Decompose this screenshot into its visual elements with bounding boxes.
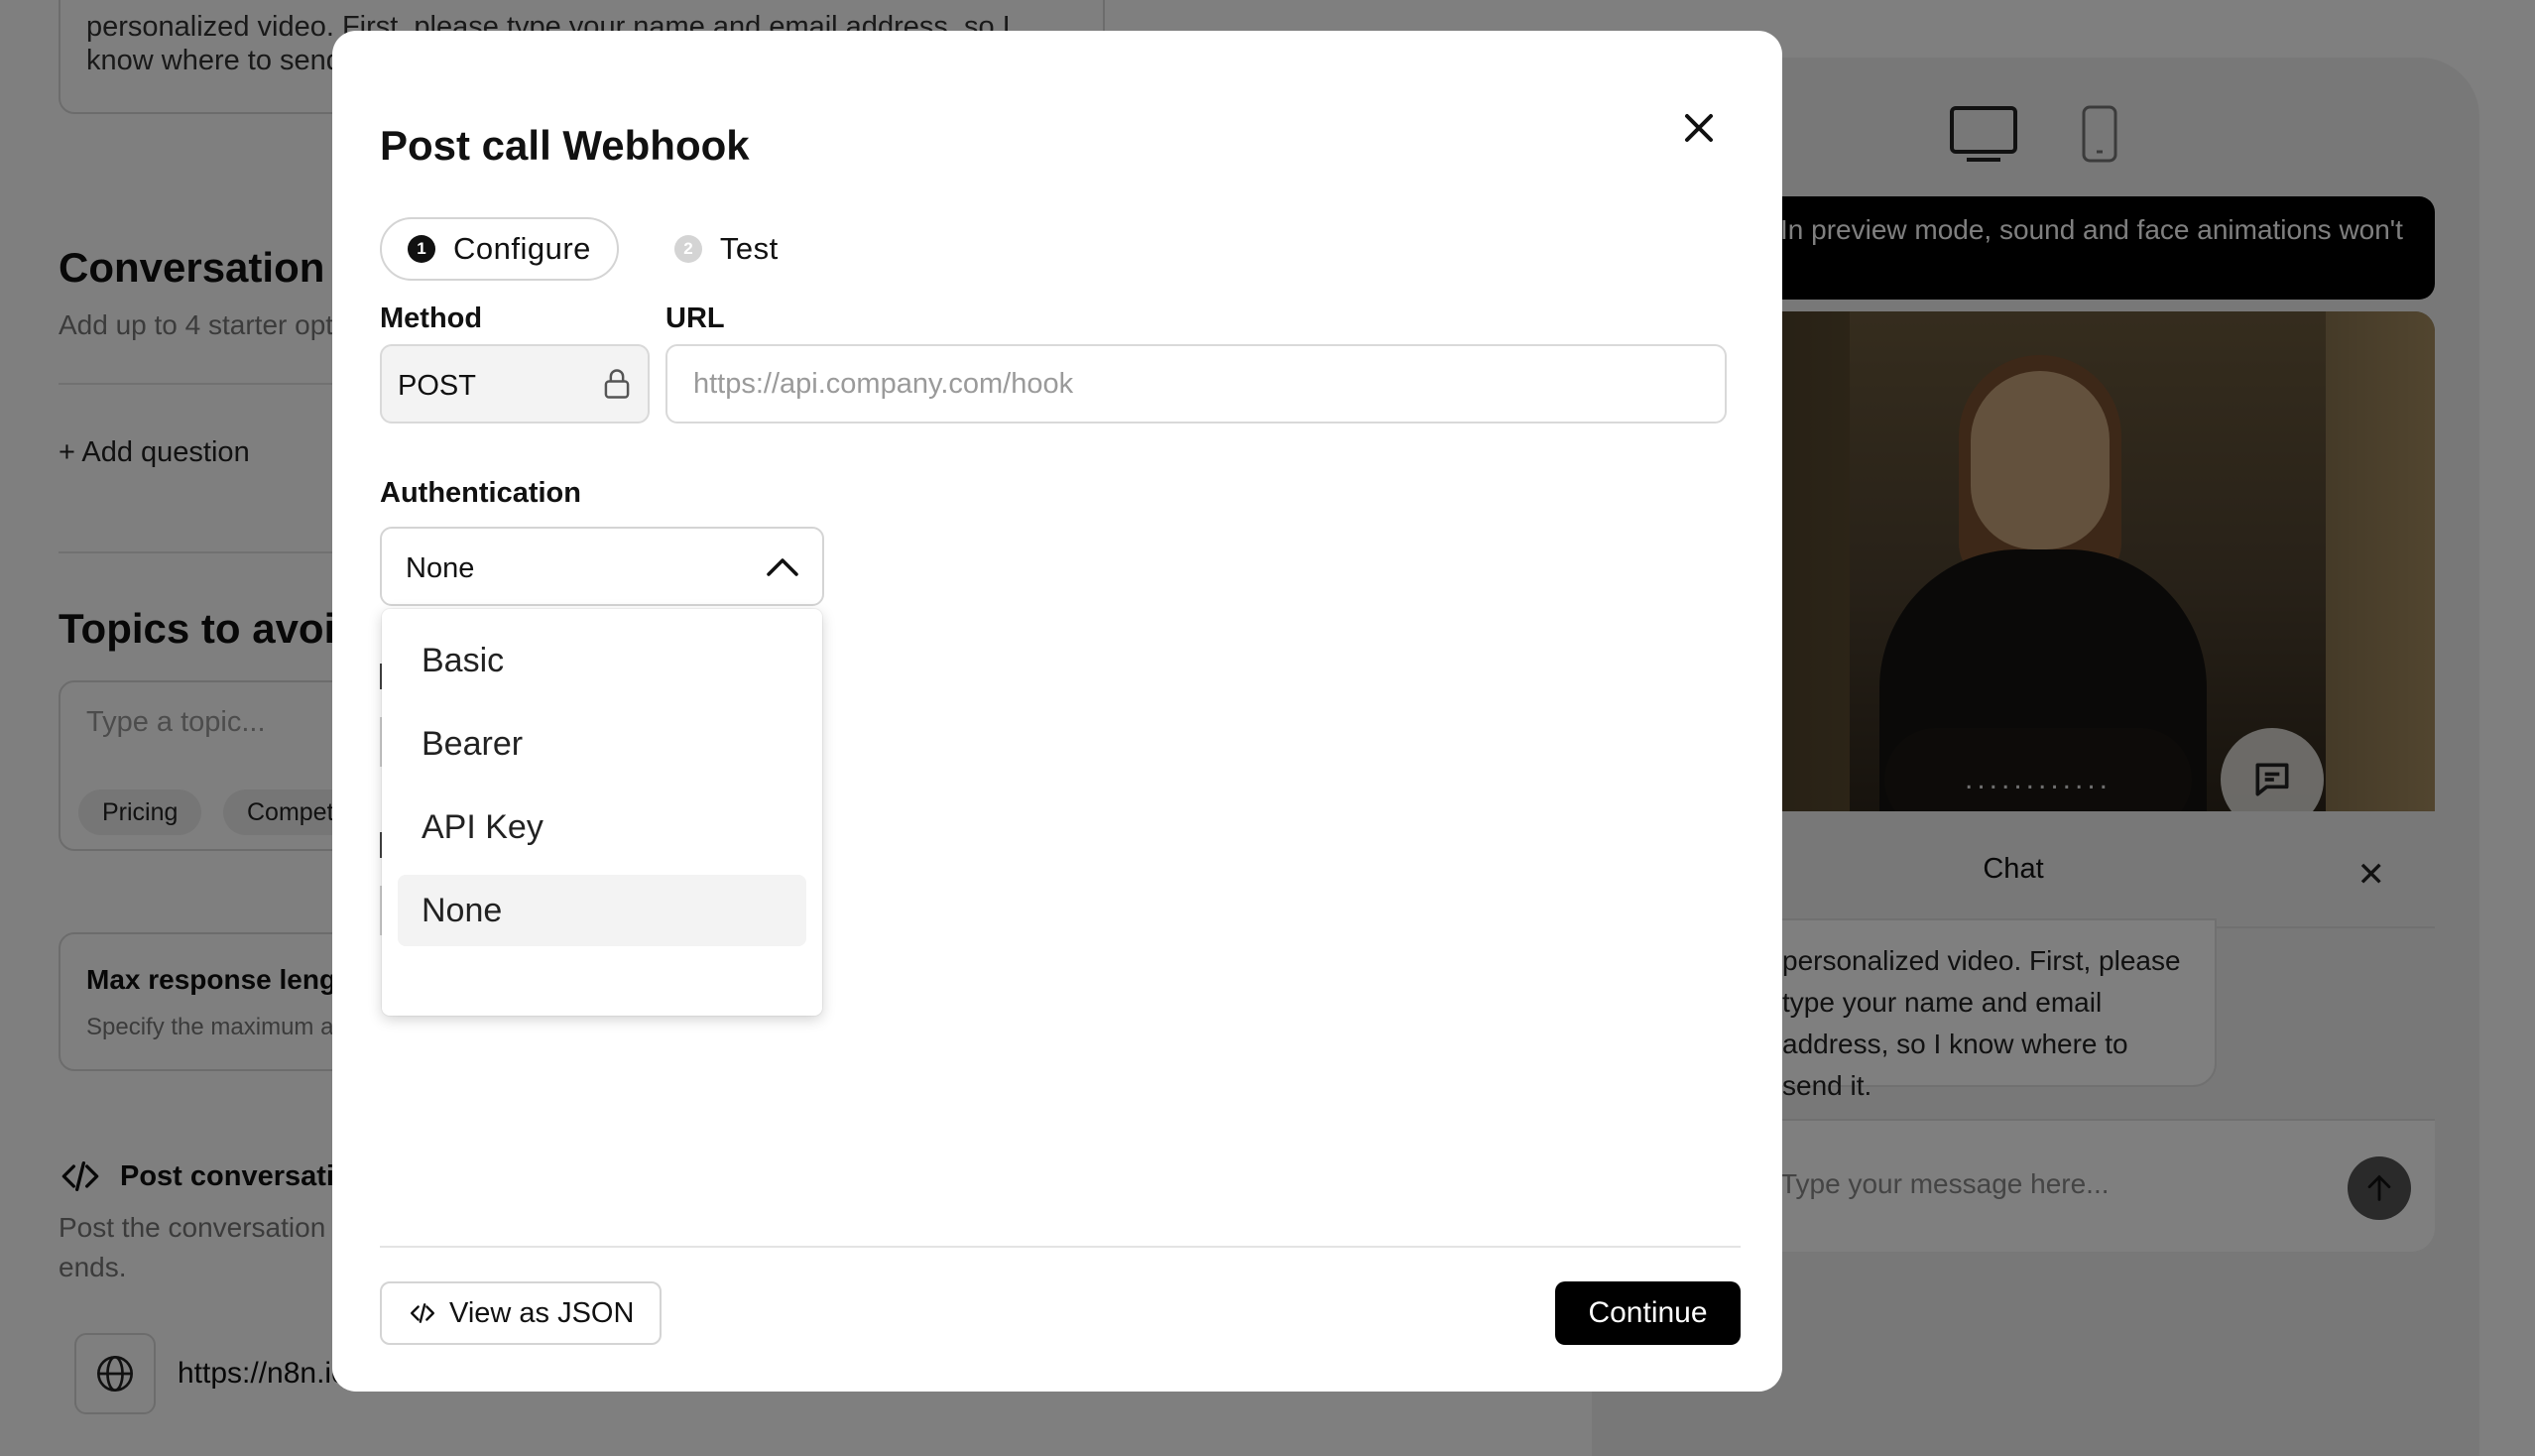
- authentication-select[interactable]: None: [380, 527, 824, 606]
- url-label: URL: [665, 303, 725, 334]
- webhook-modal: Post call Webhook 1 Configure 2 Test Met…: [332, 31, 1782, 1392]
- method-value: POST: [398, 370, 476, 402]
- close-icon: [1685, 114, 1713, 142]
- code-icon: [410, 1303, 435, 1323]
- close-modal-button[interactable]: [1669, 98, 1729, 158]
- step-label: Test: [719, 231, 779, 266]
- method-field: POST: [380, 344, 650, 424]
- chevron-up-icon: [765, 552, 800, 587]
- step-label: Configure: [453, 231, 591, 266]
- step-number: 1: [408, 235, 435, 263]
- step-configure[interactable]: 1 Configure: [380, 217, 619, 281]
- view-as-json-label: View as JSON: [449, 1296, 635, 1329]
- authentication-selected-value: None: [406, 552, 475, 584]
- lock-icon: [602, 368, 632, 405]
- view-as-json-button[interactable]: View as JSON: [380, 1281, 663, 1345]
- step-number: 2: [673, 235, 702, 263]
- url-input[interactable]: [665, 344, 1727, 424]
- footer-divider: [380, 1246, 1741, 1248]
- stepper: 1 Configure 2 Test: [380, 217, 779, 281]
- method-label: Method: [380, 303, 483, 334]
- auth-option-basic[interactable]: Basic: [398, 625, 806, 696]
- authentication-dropdown: Basic Bearer API Key None: [382, 609, 822, 1016]
- auth-option-api-key[interactable]: API Key: [398, 791, 806, 863]
- authentication-label: Authentication: [380, 477, 581, 509]
- modal-title: Post call Webhook: [380, 122, 750, 169]
- continue-button[interactable]: Continue: [1555, 1281, 1741, 1345]
- auth-option-bearer[interactable]: Bearer: [398, 708, 806, 780]
- step-test[interactable]: 2 Test: [673, 217, 779, 281]
- auth-option-none[interactable]: None: [398, 875, 806, 946]
